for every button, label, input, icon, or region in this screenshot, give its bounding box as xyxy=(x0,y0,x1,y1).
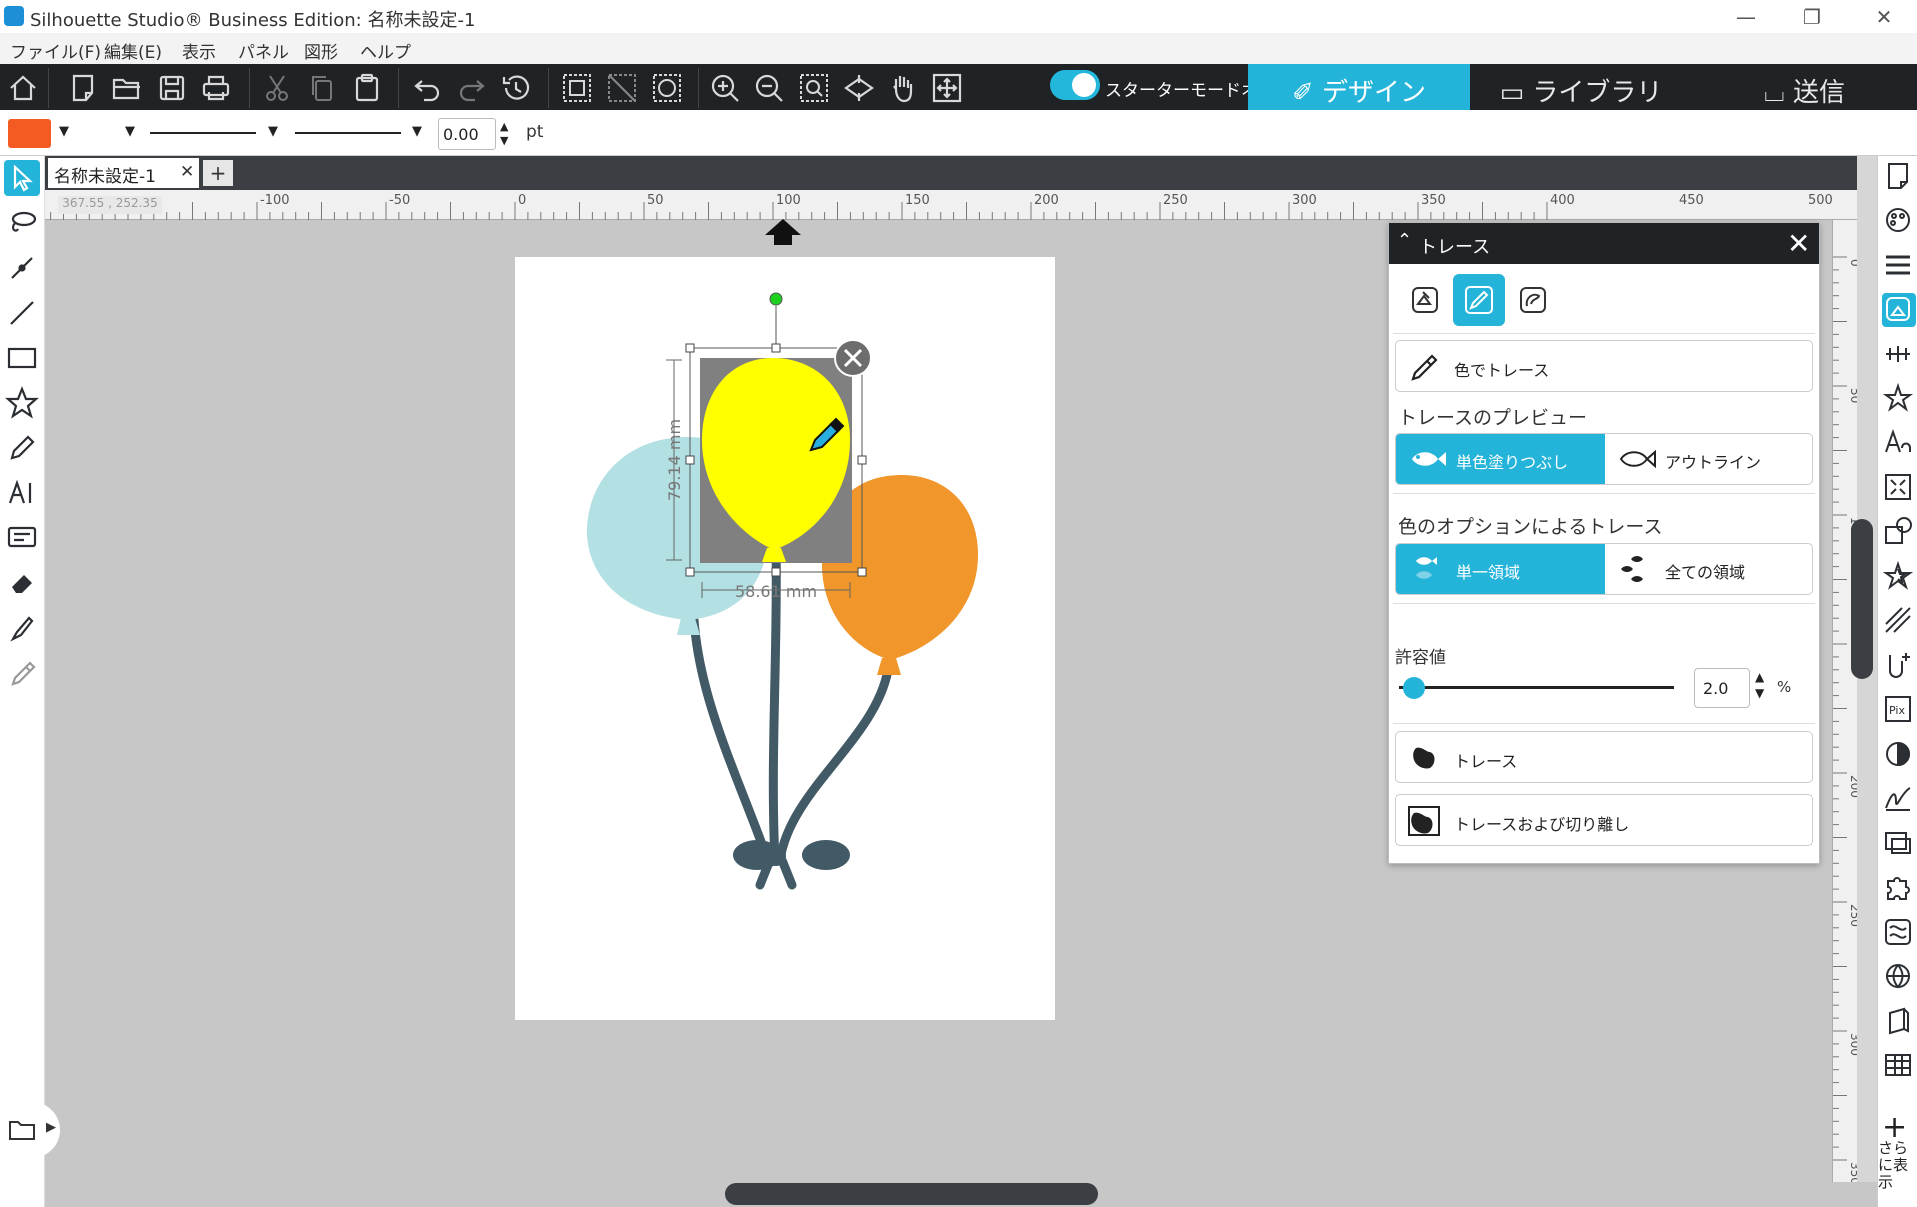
offset-panel-icon[interactable] xyxy=(1882,560,1916,594)
trace-by-color-label: 色でトレース xyxy=(1454,361,1550,380)
tolerance-slider-knob[interactable] xyxy=(1402,677,1425,699)
sketch-effect-panel-icon[interactable] xyxy=(1882,782,1916,816)
trace-mode-image-icon[interactable] xyxy=(1399,274,1451,326)
multi-fish-icon xyxy=(1621,556,1643,582)
drawer-expand-arrow-icon: ▶ xyxy=(46,1120,56,1135)
all-regions-option[interactable]: 全ての領域 xyxy=(1605,544,1812,594)
preview-outline-option[interactable]: アウトライン xyxy=(1605,434,1812,484)
height-dimension: 79.14 mm xyxy=(665,419,684,501)
preview-section-label: トレースのプレビュー xyxy=(1398,407,1588,429)
tolerance-spinner[interactable]: ▲ ▼ xyxy=(1755,669,1764,701)
preview-outline-label: アウトライン xyxy=(1665,453,1762,472)
send-to-cutter-panel-icon[interactable] xyxy=(1882,649,1916,683)
single-fish-icon xyxy=(1416,557,1437,579)
vertical-scrollbar-thumb[interactable] xyxy=(1851,519,1873,679)
trace-panel-title: トレース xyxy=(1419,237,1491,258)
trace-by-color-button[interactable]: 色でトレース xyxy=(1395,340,1813,392)
color-region-selector: 単一領域 全ての領域 xyxy=(1395,543,1813,595)
puzzle-panel-icon[interactable] xyxy=(1882,871,1916,905)
color-option-section-label: 色のオプションによるトレース xyxy=(1398,516,1663,538)
width-dimension: 58.61 mm xyxy=(735,582,817,601)
preview-solid-fill-label: 単色塗りつぶし xyxy=(1456,453,1569,472)
trace-button[interactable]: トレース xyxy=(1395,731,1813,783)
single-region-option[interactable]: 単一領域 xyxy=(1396,544,1605,594)
sketch-panel-icon[interactable] xyxy=(1882,604,1916,638)
rotate-handle[interactable] xyxy=(769,292,783,306)
preview-solid-fill-option[interactable]: 単色塗りつぶし xyxy=(1396,434,1605,484)
pixscan-panel-icon[interactable]: Pix xyxy=(1882,693,1916,727)
text-style-panel-icon[interactable] xyxy=(1882,426,1916,460)
more-panels-label[interactable]: さらに表示 xyxy=(1878,1140,1917,1191)
trace-button-label: トレース xyxy=(1454,752,1518,771)
align-panel-icon[interactable] xyxy=(1882,338,1916,372)
delete-selection-button[interactable] xyxy=(834,339,872,377)
horizontal-scrollbar-thumb[interactable] xyxy=(725,1183,1098,1205)
fish-filled-icon xyxy=(1412,452,1446,466)
trace-shape-icon xyxy=(1413,747,1435,769)
library-drawer-tab[interactable]: ▶ xyxy=(0,1102,60,1158)
right-panel-bar: Pix xyxy=(1877,156,1917,1207)
eyedropper-icon xyxy=(1411,354,1438,381)
trace-detach-icon xyxy=(1408,806,1440,836)
close-panel-icon[interactable]: ✕ xyxy=(1787,227,1810,260)
fill-color-panel-icon[interactable] xyxy=(1882,204,1916,238)
tolerance-input[interactable]: 2.0 xyxy=(1694,668,1750,708)
transform-panel-icon[interactable] xyxy=(1882,471,1916,505)
tolerance-label: 許容値 xyxy=(1395,648,1446,668)
line-style-panel-icon[interactable] xyxy=(1882,248,1916,282)
drawer-folder-icon xyxy=(9,1121,35,1140)
3d-fold-panel-icon[interactable] xyxy=(1882,1005,1916,1039)
single-region-label: 単一領域 xyxy=(1456,563,1521,582)
warp-panel-icon[interactable] xyxy=(1882,916,1916,950)
trace-panel-icon[interactable] xyxy=(1882,293,1916,327)
trace-and-detach-label: トレースおよび切り離し xyxy=(1454,815,1630,834)
layout-panel-icon[interactable] xyxy=(1882,1049,1916,1083)
trace-panel-header: ⌃ トレース ✕ xyxy=(1389,223,1819,264)
shading-panel-icon[interactable] xyxy=(1882,738,1916,772)
bow-right[interactable] xyxy=(802,840,850,870)
replicate-panel-icon[interactable] xyxy=(1882,382,1916,416)
trace-mode-color-icon[interactable] xyxy=(1453,274,1505,326)
trace-mode-pixel-icon[interactable] xyxy=(1507,274,1559,326)
trace-and-detach-button[interactable]: トレースおよび切り離し xyxy=(1395,794,1813,846)
page-setup-icon[interactable] xyxy=(1882,160,1916,194)
globe-panel-icon[interactable] xyxy=(1882,960,1916,994)
trace-panel: ⌃ トレース ✕ 色でトレース トレースのプレビュー 単色塗りつぶし アウトライ… xyxy=(1388,222,1820,864)
preview-mode-selector: 単色塗りつぶし アウトライン xyxy=(1395,433,1813,485)
all-regions-label: 全ての領域 xyxy=(1665,563,1746,582)
bow-knot[interactable] xyxy=(766,846,786,866)
tolerance-slider-track[interactable] xyxy=(1399,686,1674,689)
print-and-cut-panel-icon[interactable] xyxy=(1882,827,1916,861)
modify-panel-icon[interactable] xyxy=(1882,515,1916,549)
fish-outline-icon xyxy=(1619,449,1656,469)
collapse-chevron-icon[interactable]: ⌃ xyxy=(1397,230,1412,251)
tolerance-unit: % xyxy=(1777,678,1792,696)
svg-text:Pix: Pix xyxy=(1889,704,1905,717)
